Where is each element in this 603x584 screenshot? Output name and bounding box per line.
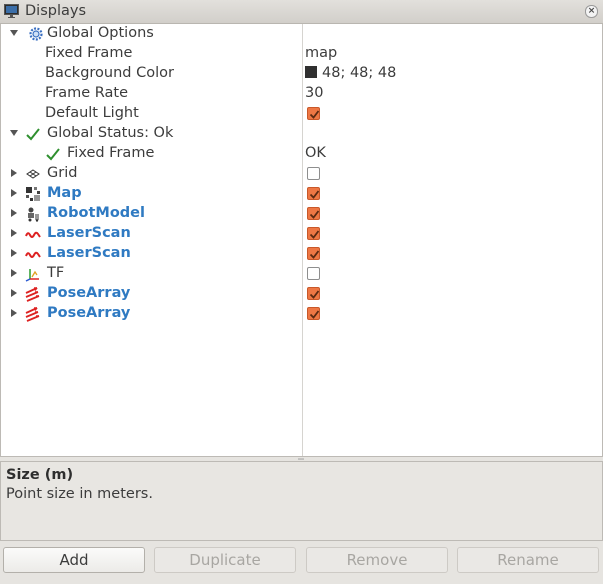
collapsed-arrow-icon[interactable] — [9, 208, 19, 218]
display-enabled-checkbox[interactable] — [307, 267, 320, 280]
robot-model-icon — [28, 207, 39, 222]
fixed-frame-value[interactable]: map — [305, 45, 337, 61]
display-label: LaserScan — [47, 245, 131, 261]
duplicate-button[interactable]: Duplicate — [154, 547, 296, 573]
display-item-map[interactable]: Map — [1, 184, 601, 204]
property-default-light[interactable]: Default Light — [1, 104, 601, 124]
display-enabled-checkbox[interactable] — [307, 187, 320, 200]
status-value: OK — [305, 145, 326, 161]
collapsed-arrow-icon[interactable] — [9, 228, 19, 238]
color-swatch — [305, 66, 317, 78]
collapsed-arrow-icon[interactable] — [9, 308, 19, 318]
collapsed-arrow-icon[interactable] — [9, 288, 19, 298]
tf-axes-icon — [25, 269, 39, 282]
display-item-robotmodel[interactable]: RobotModel — [1, 204, 601, 224]
display-enabled-checkbox[interactable] — [307, 227, 320, 240]
rename-button[interactable]: Rename — [457, 547, 599, 573]
add-button[interactable]: Add — [3, 547, 145, 573]
laser-scan-icon — [25, 251, 41, 258]
monitor-icon — [4, 4, 19, 22]
display-enabled-checkbox[interactable] — [307, 167, 320, 180]
collapsed-arrow-icon[interactable] — [9, 168, 19, 178]
default-light-checkbox[interactable] — [307, 107, 320, 120]
property-label: Frame Rate — [45, 85, 129, 101]
map-icon — [26, 187, 40, 201]
property-label: Background Color — [45, 65, 174, 81]
display-item-posearray[interactable]: PoseArray — [1, 284, 601, 304]
remove-button[interactable]: Remove — [306, 547, 448, 573]
collapsed-arrow-icon[interactable] — [9, 268, 19, 278]
pose-array-icon — [25, 287, 40, 302]
display-label: RobotModel — [47, 205, 145, 221]
display-item-tf[interactable]: TF — [1, 264, 601, 284]
collapsed-arrow-icon[interactable] — [9, 248, 19, 258]
status-fixed-frame[interactable]: Fixed Frame OK — [1, 144, 601, 164]
property-label: Fixed Frame — [45, 45, 133, 61]
display-item-laserscan[interactable]: LaserScan — [1, 224, 601, 244]
property-fixed-frame[interactable]: Fixed Frame map — [1, 44, 601, 64]
display-item-grid[interactable]: Grid — [1, 164, 601, 184]
collapsed-arrow-icon[interactable] — [9, 188, 19, 198]
display-item-laserscan[interactable]: LaserScan — [1, 244, 601, 264]
property-background-color[interactable]: Background Color 48; 48; 48 — [1, 64, 601, 84]
display-enabled-checkbox[interactable] — [307, 307, 320, 320]
expanded-arrow-icon[interactable] — [9, 28, 19, 38]
display-label: PoseArray — [47, 285, 131, 301]
display-label: Grid — [47, 165, 78, 181]
display-label: TF — [47, 265, 65, 281]
check-mark-icon — [46, 148, 60, 161]
expanded-arrow-icon[interactable] — [9, 128, 19, 138]
tree-item-global-status[interactable]: Global Status: Ok — [1, 124, 601, 144]
display-item-posearray[interactable]: PoseArray — [1, 304, 601, 324]
panel-title: Displays — [25, 3, 87, 19]
grid-icon — [26, 169, 40, 179]
background-color-value[interactable]: 48; 48; 48 — [305, 65, 396, 81]
display-label: LaserScan — [47, 225, 131, 241]
global-options-label: Global Options — [47, 25, 154, 41]
pose-array-icon — [25, 307, 40, 322]
gear-icon — [29, 27, 43, 41]
background-color-text: 48; 48; 48 — [322, 65, 397, 81]
display-enabled-checkbox[interactable] — [307, 287, 320, 300]
description-title: Size (m) — [6, 467, 74, 483]
display-enabled-checkbox[interactable] — [307, 247, 320, 260]
property-frame-rate[interactable]: Frame Rate 30 — [1, 84, 601, 104]
tree-item-global-options[interactable]: Global Options — [1, 24, 601, 44]
display-enabled-checkbox[interactable] — [307, 207, 320, 220]
display-label: Map — [47, 185, 82, 201]
check-mark-icon — [26, 128, 40, 141]
panel-titlebar: Displays × — [0, 0, 603, 24]
property-description-panel: Size (m) Point size in meters. — [0, 461, 603, 541]
description-text: Point size in meters. — [6, 486, 153, 502]
displays-tree[interactable]: Global Options Fixed Frame map Backgroun… — [0, 24, 603, 457]
display-label: PoseArray — [47, 305, 131, 321]
frame-rate-value[interactable]: 30 — [305, 85, 323, 101]
close-icon[interactable]: × — [585, 5, 598, 18]
global-status-label: Global Status: Ok — [47, 125, 174, 141]
laser-scan-icon — [25, 231, 41, 238]
status-label: Fixed Frame — [67, 145, 155, 161]
property-label: Default Light — [45, 105, 139, 121]
